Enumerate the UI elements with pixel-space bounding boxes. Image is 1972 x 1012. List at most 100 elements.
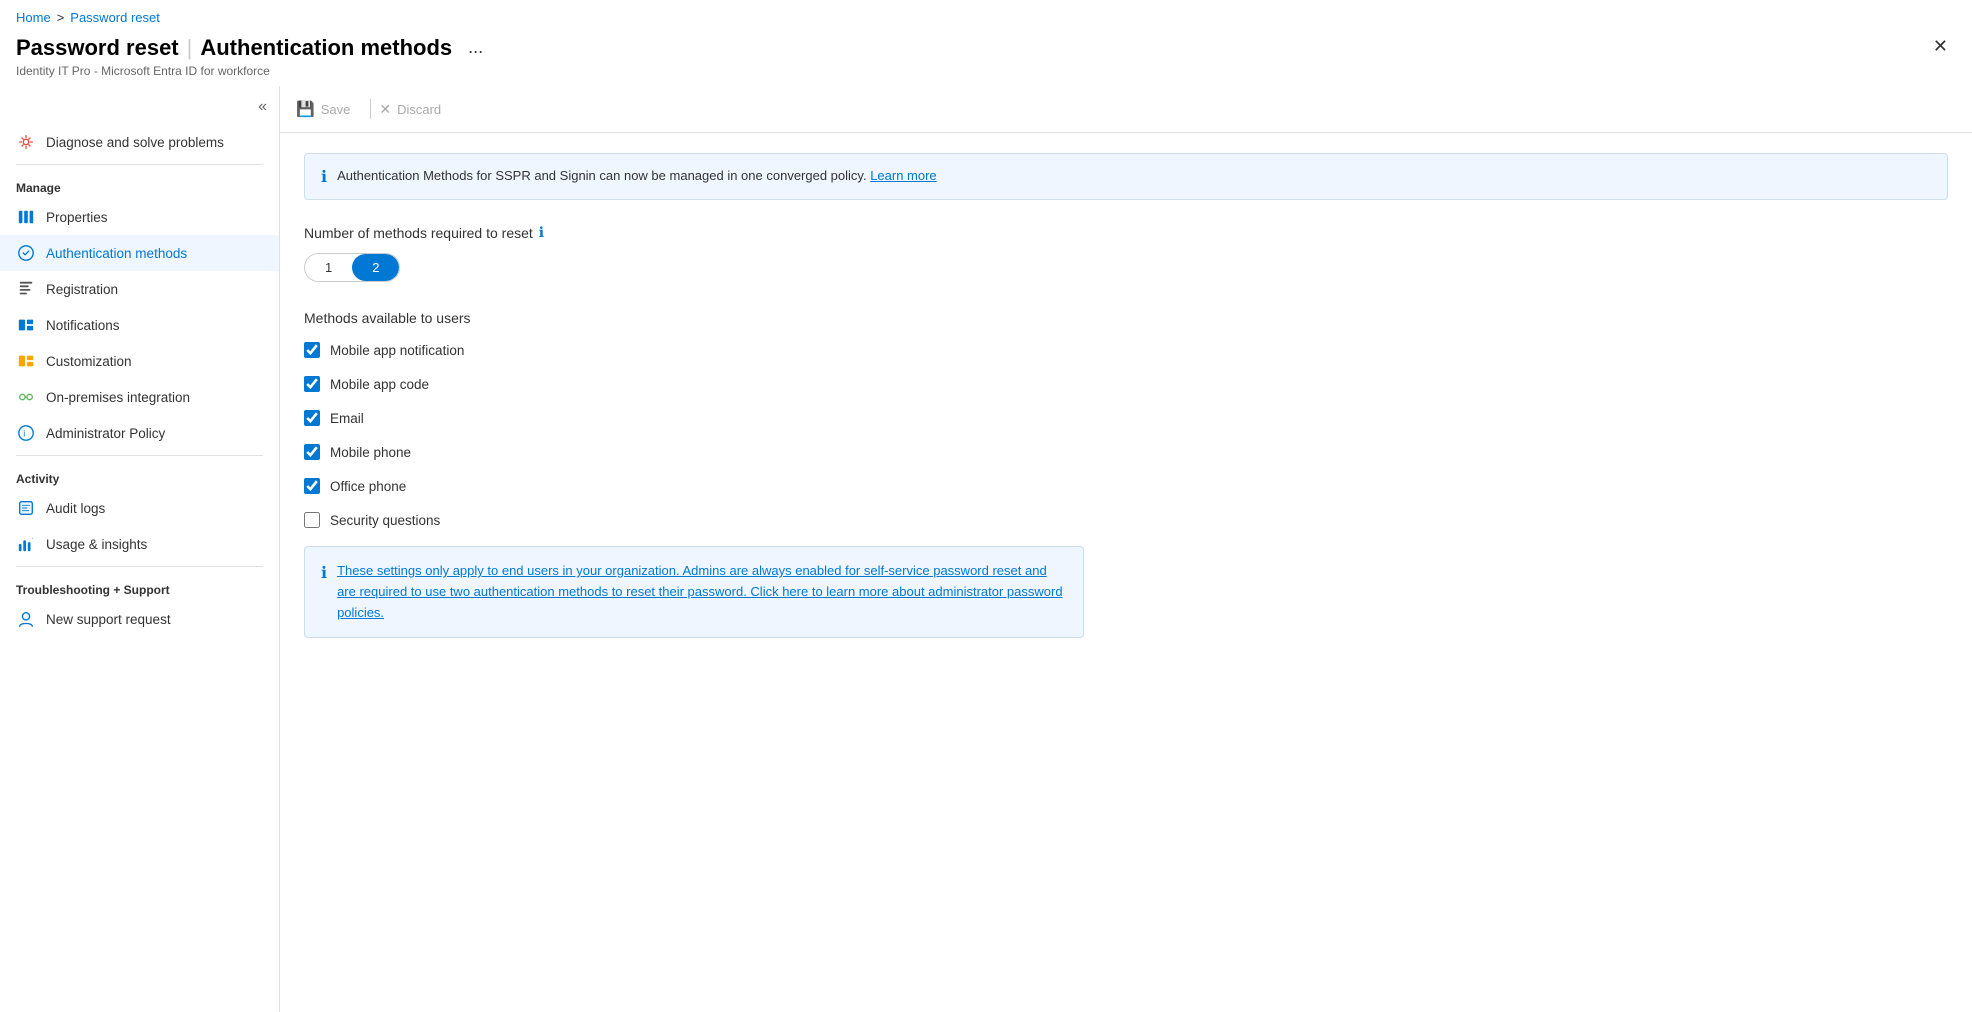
toolbar-separator: [370, 99, 371, 119]
sidebar-manage-section: Manage: [0, 169, 279, 199]
audit-logs-icon: [16, 498, 36, 518]
discard-icon: ✕: [379, 101, 391, 118]
mobile-app-code-label[interactable]: Mobile app code: [330, 377, 429, 392]
number-of-methods-label: Number of methods required to reset ℹ: [304, 224, 1948, 241]
info-banner: ℹ Authentication Methods for SSPR and Si…: [304, 153, 1948, 200]
sidebar-item-properties[interactable]: Properties: [0, 199, 279, 235]
mobile-app-notification-checkbox[interactable]: [304, 342, 320, 358]
registration-icon: [16, 279, 36, 299]
registration-label: Registration: [46, 282, 118, 297]
office-phone-checkbox[interactable]: [304, 478, 320, 494]
save-icon: 💾: [296, 100, 315, 118]
diagnose-label: Diagnose and solve problems: [46, 135, 224, 150]
sidebar-activity-section: Activity: [0, 460, 279, 490]
office-phone-label[interactable]: Office phone: [330, 479, 406, 494]
sidebar-item-on-premises-integration[interactable]: On-premises integration: [0, 379, 279, 415]
sidebar-item-authentication-methods[interactable]: Authentication methods: [0, 235, 279, 271]
customization-icon: [16, 351, 36, 371]
sidebar-item-customization[interactable]: Customization: [0, 343, 279, 379]
svg-text:i: i: [23, 429, 25, 439]
authentication-methods-label: Authentication methods: [46, 246, 187, 261]
save-label: Save: [321, 102, 351, 117]
page-header-left: Password reset | Authentication methods …: [16, 33, 491, 78]
email-checkbox[interactable]: [304, 410, 320, 426]
breadcrumb-separator: >: [57, 10, 65, 25]
sidebar-item-registration[interactable]: Registration: [0, 271, 279, 307]
discard-button[interactable]: ✕ Discard: [379, 97, 453, 122]
properties-icon: [16, 207, 36, 227]
method-security-questions: Security questions: [304, 512, 1948, 528]
administrator-policy-label: Administrator Policy: [46, 426, 165, 441]
more-options-button[interactable]: ...: [460, 33, 491, 62]
page-title-sub: Authentication methods: [200, 35, 452, 61]
email-label[interactable]: Email: [330, 411, 364, 426]
method-mobile-app-code: Mobile app code: [304, 376, 1948, 392]
info-banner-link[interactable]: Learn more: [870, 168, 936, 183]
sidebar-item-usage-insights[interactable]: Usage & insights: [0, 526, 279, 562]
number-of-methods-info-icon[interactable]: ℹ: [539, 224, 544, 241]
info-banner-main-text: Authentication Methods for SSPR and Sign…: [337, 168, 866, 183]
mobile-phone-checkbox[interactable]: [304, 444, 320, 460]
properties-label: Properties: [46, 210, 108, 225]
sidebar-troubleshooting-section: Troubleshooting + Support: [0, 571, 279, 601]
bottom-info-banner-icon: ℹ: [321, 563, 327, 583]
number-of-methods-text: Number of methods required to reset: [304, 225, 533, 241]
toggle-option-1[interactable]: 1: [305, 254, 352, 281]
page-title: Password reset | Authentication methods …: [16, 33, 491, 62]
usage-insights-icon: [16, 534, 36, 554]
main-content: 💾 Save ✕ Discard ℹ Authentication Method…: [280, 86, 1972, 1012]
usage-insights-label: Usage & insights: [46, 537, 147, 552]
sidebar-item-audit-logs[interactable]: Audit logs: [0, 490, 279, 526]
toggle-option-2[interactable]: 2: [352, 254, 399, 281]
method-email: Email: [304, 410, 1948, 426]
sidebar-divider-activity: [16, 455, 263, 456]
notifications-label: Notifications: [46, 318, 120, 333]
new-support-request-label: New support request: [46, 612, 171, 627]
methods-section-label: Methods available to users: [304, 310, 1948, 326]
mobile-app-code-checkbox[interactable]: [304, 376, 320, 392]
bottom-info-banner: ℹ These settings only apply to end users…: [304, 546, 1084, 638]
page-title-main: Password reset: [16, 35, 179, 61]
sidebar-collapse-button[interactable]: «: [258, 98, 267, 116]
notifications-icon: [16, 315, 36, 335]
bottom-info-banner-text: These settings only apply to end users i…: [337, 561, 1067, 623]
content-area: ℹ Authentication Methods for SSPR and Si…: [280, 133, 1972, 1012]
discard-label: Discard: [397, 102, 441, 117]
toolbar: 💾 Save ✕ Discard: [280, 86, 1972, 133]
new-support-request-icon: [16, 609, 36, 629]
diagnose-icon: [16, 132, 36, 152]
sidebar-divider-top: [16, 164, 263, 165]
security-questions-checkbox[interactable]: [304, 512, 320, 528]
mobile-phone-label[interactable]: Mobile phone: [330, 445, 411, 460]
info-banner-icon: ℹ: [321, 167, 327, 187]
sidebar-divider-support: [16, 566, 263, 567]
close-button[interactable]: ✕: [1925, 33, 1956, 59]
administrator-policy-icon: i: [16, 423, 36, 443]
on-premises-icon: [16, 387, 36, 407]
method-mobile-phone: Mobile phone: [304, 444, 1948, 460]
main-layout: « Diagnose and solve problems Manage: [0, 86, 1972, 1012]
methods-count-toggle[interactable]: 1 2: [304, 253, 400, 282]
customization-label: Customization: [46, 354, 132, 369]
info-banner-text: Authentication Methods for SSPR and Sign…: [337, 166, 937, 186]
mobile-app-notification-label[interactable]: Mobile app notification: [330, 343, 464, 358]
sidebar-item-diagnose[interactable]: Diagnose and solve problems: [0, 124, 279, 160]
on-premises-label: On-premises integration: [46, 390, 190, 405]
breadcrumb: Home > Password reset: [0, 0, 1972, 29]
breadcrumb-current: Password reset: [70, 10, 160, 25]
bottom-info-banner-link[interactable]: These settings only apply to end users i…: [337, 563, 1062, 620]
sidebar-item-administrator-policy[interactable]: i Administrator Policy: [0, 415, 279, 451]
page-title-separator: |: [187, 35, 193, 61]
sidebar-item-notifications[interactable]: Notifications: [0, 307, 279, 343]
sidebar-collapse-area: «: [0, 94, 279, 124]
page-subtitle: Identity IT Pro - Microsoft Entra ID for…: [16, 64, 491, 78]
sidebar: « Diagnose and solve problems Manage: [0, 86, 280, 1012]
authentication-methods-icon: [16, 243, 36, 263]
breadcrumb-home[interactable]: Home: [16, 10, 51, 25]
method-mobile-app-notification: Mobile app notification: [304, 342, 1948, 358]
sidebar-item-new-support-request[interactable]: New support request: [0, 601, 279, 637]
method-office-phone: Office phone: [304, 478, 1948, 494]
audit-logs-label: Audit logs: [46, 501, 105, 516]
security-questions-label[interactable]: Security questions: [330, 513, 440, 528]
save-button[interactable]: 💾 Save: [296, 96, 362, 122]
